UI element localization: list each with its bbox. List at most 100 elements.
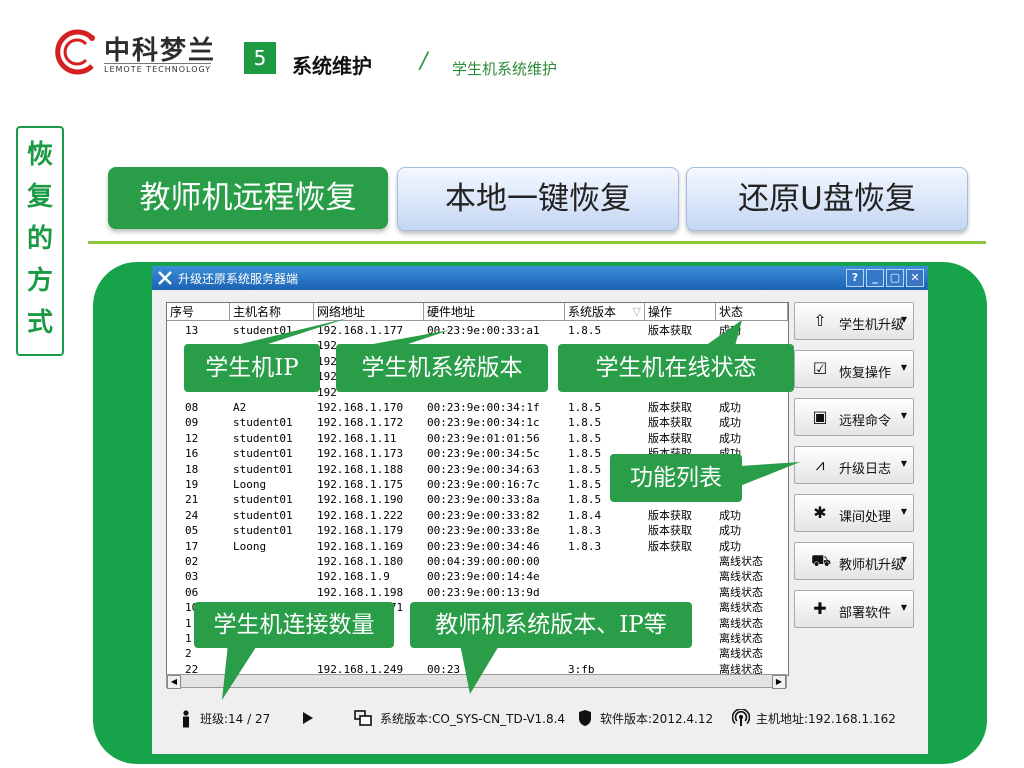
cell-index: 21 — [185, 493, 199, 507]
scroll-left-icon[interactable]: ◀ — [167, 675, 181, 689]
page-subtitle: 学生机系统维护 — [452, 60, 558, 78]
help-button[interactable]: ? — [846, 269, 864, 287]
table-row[interactable]: 06 192.168.1.198 00:23:9e:00:13:9d 离线状态 — [167, 585, 788, 600]
cell-ip: 192.168.1.188 — [317, 462, 404, 476]
restore-operation-button[interactable]: ☑ 恢复操作 ▼ — [794, 350, 914, 388]
cell-index: 08 — [185, 401, 199, 414]
minimize-button[interactable]: _ — [866, 269, 884, 287]
cell-ip: 192.168.1.11 — [317, 431, 397, 445]
app-icon — [158, 271, 172, 285]
dropdown-arrow-icon[interactable]: ▼ — [901, 315, 907, 324]
cell-index: 12 — [185, 431, 199, 445]
table-row[interactable]: 12 student01 192.168.1.11 00:23:9e:01:01:56… — [167, 431, 788, 446]
play-icon[interactable] — [302, 711, 314, 725]
column-header-hostname[interactable]: 主机名称 — [230, 303, 314, 321]
section-title: 系统维护 — [292, 54, 372, 78]
cell-version: 1.8.5 — [568, 431, 602, 445]
section-number-badge: 5 — [244, 42, 276, 74]
terminal-icon: ▣ — [812, 407, 828, 426]
dropdown-arrow-icon[interactable]: ▼ — [901, 555, 907, 564]
callout-function-list: 功能列表 — [610, 454, 742, 502]
table-row[interactable]: 02 192.168.1.180 00:04:39:00:00:00 离线状态 — [167, 554, 788, 569]
window-titlebar: 升级还原系统服务器端 ? _ ▢ ✕ — [152, 266, 928, 290]
deploy-software-button[interactable]: ✚ 部署软件 ▼ — [794, 590, 914, 628]
cell-operation: 版本获取 — [648, 524, 692, 538]
cell-mac: 00:23:9e:00:33:8a — [427, 493, 540, 507]
dropdown-arrow-icon[interactable]: ▼ — [901, 363, 907, 372]
dropdown-arrow-icon[interactable]: ▼ — [901, 459, 907, 468]
column-header-operation[interactable]: 操作 — [645, 303, 716, 321]
table-row[interactable]: 2 离线状态 — [167, 646, 788, 661]
cell-status: 离线状态 — [719, 585, 763, 599]
cell-version: 1.8.5 — [568, 478, 602, 491]
checkbox-icon: ☑ — [812, 359, 828, 378]
cell-index: 06 — [185, 585, 199, 599]
cell-hostname: student01 — [233, 447, 293, 461]
cell-mac: 00:23:9e:01:01:56 — [427, 431, 540, 445]
cell-mac: 00:23:9e:00:34:1f — [427, 401, 540, 414]
cell-index: 19 — [185, 478, 199, 491]
column-header-index[interactable]: 序号 — [167, 303, 230, 321]
table-row[interactable]: 24 student01 192.168.1.222 00:23:9e:00:33:8… — [167, 508, 788, 523]
cell-status: 离线状态 — [719, 601, 763, 615]
cell-ip: 192.168.1.179 — [317, 524, 404, 538]
column-header-ip[interactable]: 网络地址 — [314, 303, 424, 321]
vertical-section-label: 恢 复 的 方 式 — [16, 126, 64, 356]
person-icon — [183, 710, 189, 728]
scroll-right-icon[interactable]: ▶ — [772, 675, 786, 689]
break-handling-button[interactable]: ✱ 课间处理 ▼ — [794, 494, 914, 532]
button-label: 教师机升级 — [839, 558, 905, 573]
column-header-mac[interactable]: 硬件地址 — [424, 303, 565, 321]
cell-status: 离线状态 — [719, 616, 763, 630]
remote-command-button[interactable]: ▣ 远程命令 ▼ — [794, 398, 914, 436]
table-row[interactable]: 17 Loong 192.168.1.169 00:23:9e:00:34:46 1.8… — [167, 539, 788, 554]
cell-status: 离线状态 — [719, 555, 763, 568]
callout-teacher-version: 教师机系统版本、IP等 — [410, 602, 692, 648]
table-row[interactable]: 08 A2 192.168.1.170 00:23:9e:00:34:1f 1.8.5 版… — [167, 400, 788, 415]
cell-version: 1.8.5 — [568, 462, 602, 476]
dropdown-arrow-icon[interactable]: ▼ — [901, 411, 907, 420]
sort-down-icon: ▽ — [632, 305, 641, 318]
column-header-status[interactable]: 状态 — [716, 303, 788, 321]
table-row[interactable]: 05 student01 192.168.1.179 00:23:9e:00:33:8… — [167, 523, 788, 538]
divider — [88, 241, 986, 244]
mode-tab-teacher-remote[interactable]: 教师机远程恢复 — [108, 167, 388, 229]
cell-status: 离线状态 — [719, 647, 763, 661]
cell-mac: 00:23:9e:00:34:63 — [427, 462, 540, 476]
cell-index: 03 — [185, 570, 199, 584]
cell-status: 成功 — [719, 431, 741, 445]
cell-mac: 00:23:9e:00:34:1c — [427, 416, 540, 430]
column-header-version-label: 系统版本 — [568, 305, 617, 319]
cell-ip: 192.168.1.177 — [317, 324, 404, 337]
cell-index: 18 — [185, 462, 199, 476]
teacher-upgrade-button[interactable]: ⛟ 教师机升级 ▼ — [794, 542, 914, 580]
callout-online-status: 学生机在线状态 — [558, 344, 794, 392]
logo-subtext: LEMOTE TECHNOLOGY — [104, 63, 212, 74]
cell-index: 05 — [185, 524, 199, 538]
table-row[interactable]: 09 student01 192.168.1.172 00:23:9e:00:34:1… — [167, 415, 788, 430]
callout-connection-count: 学生机连接数量 — [194, 602, 394, 648]
table-row[interactable]: 03 192.168.1.9 00:23:9e:00:14:4e 离线状态 — [167, 569, 788, 584]
column-header-version[interactable]: 系统版本 ▽ — [565, 303, 645, 321]
dropdown-arrow-icon[interactable]: ▼ — [901, 603, 907, 612]
cell-mac: 00:23:9e:00:33:8e — [427, 524, 540, 538]
cell-version: 1.8.5 — [568, 447, 602, 461]
cell-hostname: student01 — [233, 493, 293, 507]
cell-index: 16 — [185, 447, 199, 461]
cell-hostname: Loong — [233, 539, 267, 553]
cell-operation: 版本获取 — [648, 431, 692, 445]
table-row[interactable]: 13 student01 192.168.1.177 00:23:9e:00:33:a… — [167, 323, 788, 338]
mode-tab-local-restore[interactable]: 本地一键恢复 — [397, 167, 679, 231]
cell-ip: 192.168.1.180 — [317, 555, 404, 568]
student-upgrade-button[interactable]: ⇧ 学生机升级 ▼ — [794, 302, 914, 340]
cell-ip: 192.168.1.198 — [317, 585, 404, 599]
maximize-button[interactable]: ▢ — [886, 269, 904, 287]
status-bar: 班级:14 / 27 系统版本:CO_SYS-CN_TD-V1.8.4 软件版本… — [152, 698, 928, 738]
button-label: 学生机升级 — [839, 318, 905, 333]
upgrade-log-button[interactable]: ⩘ 升级日志 ▼ — [794, 446, 914, 484]
dropdown-arrow-icon[interactable]: ▼ — [901, 507, 907, 516]
mode-tab-usb-restore[interactable]: 还原U盘恢复 — [686, 167, 968, 231]
horizontal-scrollbar[interactable]: ◀ ▶ — [166, 674, 787, 689]
close-button[interactable]: ✕ — [906, 269, 924, 287]
plus-icon: ✚ — [813, 599, 827, 618]
